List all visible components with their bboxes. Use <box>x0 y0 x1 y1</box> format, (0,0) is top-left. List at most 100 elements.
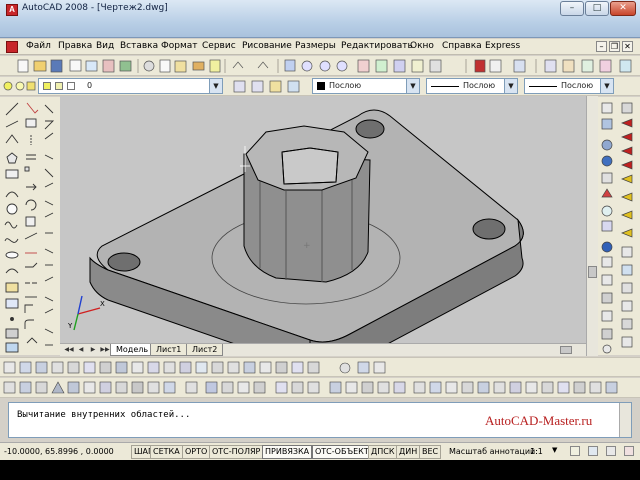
autocad-app-icon: A <box>6 4 18 16</box>
maximize-button[interactable]: □ <box>585 1 609 16</box>
layer-state-icons[interactable] <box>230 77 310 96</box>
dim-ordinate-icon <box>44 154 54 160</box>
doc-minimize-button[interactable]: – <box>596 41 607 52</box>
menu-insert[interactable]: Вставка <box>120 41 158 51</box>
layer-on-icon <box>43 82 51 90</box>
menu-format[interactable]: Формат <box>161 41 198 51</box>
document-menu-icon[interactable] <box>6 41 18 53</box>
scale-dropdown-arrow-icon[interactable]: ▼ <box>552 446 557 454</box>
osnap-toggle[interactable]: ПРИВЯЗКА <box>262 445 313 459</box>
insert-block-icon <box>5 282 19 293</box>
hatch-icon <box>5 328 19 339</box>
square-hole <box>281 147 339 185</box>
rectangle-icon <box>5 169 19 179</box>
ducs-toggle[interactable]: ДПСК <box>368 445 398 459</box>
command-line[interactable]: Вычитание внутренних областей... AutoCAD… <box>8 402 632 438</box>
otrack-toggle[interactable]: ОТС-ОБЪЕКТ <box>312 445 372 459</box>
orbit-icon <box>621 246 633 258</box>
grid-toggle[interactable]: СЕТКА <box>150 445 183 459</box>
standard-toolbar-icons[interactable] <box>0 56 640 76</box>
next-tab-arrow-icon[interactable]: ▶ <box>88 345 98 355</box>
lineweight-dropdown-arrow-icon[interactable]: ▼ <box>600 79 613 93</box>
annotation-visibility-icon[interactable] <box>570 446 580 456</box>
match-prop-icon <box>192 61 205 71</box>
polygon-icon <box>6 152 18 164</box>
center-mark-icon: + <box>303 241 311 251</box>
tab-layout1[interactable]: Лист1 <box>150 344 188 356</box>
menu-window[interactable]: Окно <box>410 41 434 51</box>
layer-tools-icons[interactable] <box>0 77 36 96</box>
solid-editing-toolbar <box>0 378 640 398</box>
color-dropdown-arrow-icon[interactable]: ▼ <box>406 79 419 93</box>
center-mark-icon <box>44 328 54 334</box>
subtract-icon <box>601 328 613 340</box>
stretch-icon <box>24 232 38 240</box>
menu-view[interactable]: Вид <box>96 41 114 51</box>
tab-layout2[interactable]: Лист2 <box>186 344 224 356</box>
doc-restore-button[interactable]: ❐ <box>609 41 620 52</box>
menu-express[interactable]: Express <box>485 41 520 51</box>
menu-draw[interactable]: Рисование <box>242 41 292 51</box>
auto-scale-icon[interactable] <box>588 446 598 456</box>
last-tab-arrow-icon[interactable]: ▶▶ <box>100 345 110 355</box>
layer-name: 0 <box>87 81 93 90</box>
color-combo[interactable]: Послою ▼ <box>312 78 420 94</box>
menu-dimension[interactable]: Размеры <box>295 41 336 51</box>
camera-icon <box>621 264 633 276</box>
union-icon <box>601 310 613 322</box>
solid-editing-toolbar-icons[interactable] <box>0 378 640 398</box>
menu-edit[interactable]: Правка <box>58 41 92 51</box>
lineweight-combo[interactable]: Послою ▼ <box>524 78 614 94</box>
chamfer-icon <box>24 304 33 313</box>
menu-help[interactable]: Справка <box>442 41 482 51</box>
plot-icon <box>69 59 82 72</box>
fillet-icon <box>24 319 34 329</box>
3d-model-view[interactable]: + X Y <box>60 96 586 343</box>
vertical-scrollbar[interactable] <box>586 96 598 356</box>
minimize-button[interactable]: – <box>560 1 584 16</box>
ortho-toggle[interactable]: ОРТО <box>182 445 211 459</box>
explode-icon <box>26 337 38 344</box>
menu-file[interactable]: Файл <box>26 41 51 51</box>
wedge-icon <box>601 118 613 130</box>
lock-icon <box>26 81 36 91</box>
horizontal-scroll-thumb[interactable] <box>560 346 572 354</box>
layers-toolbar: 0 ▼ Послою ▼ Послою ▼ Послою ▼ <box>0 77 640 96</box>
polar-toggle[interactable]: ОТС-ПОЛЯР <box>209 445 264 459</box>
menu-tools[interactable]: Сервис <box>202 41 236 51</box>
vertical-scroll-thumb[interactable] <box>588 266 597 278</box>
doc-close-button[interactable]: ✕ <box>622 41 633 52</box>
intersect-icon <box>602 344 612 354</box>
close-button[interactable]: ✕ <box>610 1 636 16</box>
layer-iso-icon <box>287 80 300 93</box>
tab-model[interactable]: Модель <box>110 344 155 356</box>
view-icon <box>581 59 594 73</box>
ucs-icon <box>73 295 101 331</box>
lightbulb-icon <box>3 81 13 91</box>
annotation-scale-value[interactable]: 1:1 <box>530 447 543 456</box>
model-space-viewport[interactable]: + X Y <box>60 96 586 343</box>
prev-tab-arrow-icon[interactable]: ◀ <box>76 345 86 355</box>
draw-modify-toolbar-icons[interactable] <box>0 97 60 355</box>
dim-arc-icon <box>44 132 54 140</box>
layer-dropdown-arrow-icon[interactable]: ▼ <box>209 79 222 93</box>
menu-modify[interactable]: Редактировать <box>341 41 413 51</box>
fly-icon <box>621 300 633 312</box>
dim-break-icon <box>44 296 54 302</box>
3d-modeling-toolbar-icons[interactable] <box>598 97 640 355</box>
linetype-dropdown-arrow-icon[interactable]: ▼ <box>504 79 517 93</box>
clean-screen-icon[interactable] <box>624 446 634 456</box>
dyn-toggle[interactable]: ДИН <box>396 445 421 459</box>
lwt-toggle[interactable]: ВЕС <box>419 445 442 459</box>
pan-icon <box>284 59 296 72</box>
command-scrollbar[interactable] <box>619 403 631 437</box>
extrude-icon <box>601 241 613 253</box>
erase-icon <box>26 102 39 114</box>
first-tab-arrow-icon[interactable]: ◀◀ <box>64 345 74 355</box>
layer-combo[interactable]: 0 ▼ <box>38 78 223 94</box>
ne-iso-icon <box>621 210 633 220</box>
status-tray-icon[interactable] <box>606 446 616 456</box>
modeling-toolbar-icons[interactable] <box>0 358 640 378</box>
markup-icon <box>429 59 442 73</box>
linetype-combo[interactable]: Послою ▼ <box>426 78 518 94</box>
